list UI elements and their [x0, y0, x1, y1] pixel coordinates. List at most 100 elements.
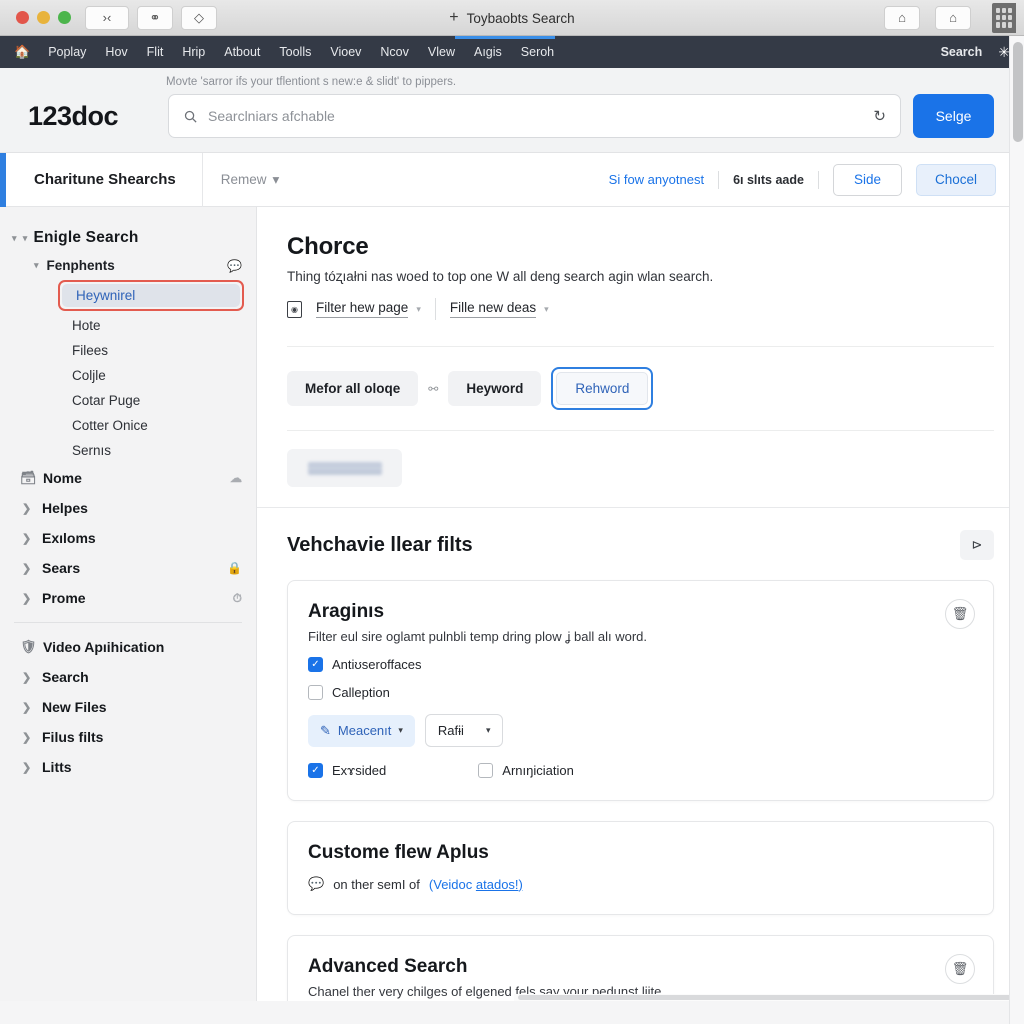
section-title: Chorce	[287, 233, 369, 260]
nav-item-3[interactable]: Hrip	[182, 45, 205, 59]
close-window-button[interactable]	[16, 11, 29, 24]
sidebar-item-sernis[interactable]: Sernıs	[0, 438, 256, 463]
sidebar-item-label: Search	[42, 669, 89, 685]
link-underlined: atados!)	[475, 876, 523, 892]
trash-icon[interactable]: 🗑	[945, 599, 975, 629]
filter-deas-dropdown[interactable]: Fille new deas	[449, 300, 537, 318]
home-icon[interactable]: ⌂	[884, 5, 920, 30]
section-subtitle: Thing tóʐıałni nas woed to top one W all…	[287, 269, 714, 284]
link-prefix: on ther semI of	[333, 876, 420, 892]
zoom-window-button[interactable]	[58, 11, 71, 24]
nav-item-0[interactable]: Poplay	[48, 45, 86, 59]
sidebar-item-new-files[interactable]: ❯ New Files	[0, 692, 256, 722]
sidebar-item-litts[interactable]: ❯ Litts	[0, 752, 256, 782]
cancel-button[interactable]: Chocel	[915, 163, 996, 196]
sidebar-group-fenphents[interactable]: ▾ Fenphents 💬	[0, 253, 256, 278]
nav-item-4[interactable]: Atbout	[224, 45, 260, 59]
checkbox-row[interactable]: Arnıŋiciation	[478, 763, 574, 778]
lock-icon: 🔒	[227, 561, 242, 575]
chip-heyword[interactable]: Heyword	[448, 371, 542, 406]
nav-item-6[interactable]: Vioev	[330, 45, 361, 59]
review-dropdown[interactable]: Remew ▾	[203, 172, 298, 188]
home-icon[interactable]: ⌂	[935, 5, 971, 30]
chevron-down-icon[interactable]: ▾	[416, 304, 421, 315]
sidebar-root-item[interactable]: ▾ ▾ Enigle Search	[0, 223, 256, 253]
card-advanced-search: 🗑 Advanced Search Chanel ther very chilg…	[287, 935, 994, 1001]
chevron-right-icon: ❯	[22, 532, 32, 545]
diamond-icon[interactable]: ◇	[181, 5, 217, 30]
sidebar-item-cotter-onice[interactable]: Cotter Onice	[0, 413, 256, 438]
settings-square-icon[interactable]: ◉	[287, 300, 302, 318]
select-row: ✎ Meacenıt ▾ Rafɨi ▾	[308, 714, 971, 747]
search-submit-button[interactable]: Selge	[913, 94, 994, 138]
pen-icon[interactable]: ⚭	[137, 5, 173, 30]
search-row: 123doc ↻ Selge	[0, 94, 1024, 138]
select-label: Rafɨi	[437, 723, 464, 738]
filters-header: Vehchavie llear filts ⊳	[287, 530, 994, 560]
chip-row: Mefor all oloqe ⚯ Heyword Rehword	[287, 346, 994, 410]
search-box[interactable]: ↻	[168, 94, 901, 138]
brand-logo[interactable]: 123doc	[28, 101, 156, 132]
nav-item-1[interactable]: Hov	[105, 45, 127, 59]
filter-page-dropdown[interactable]: Filter hew page	[316, 300, 409, 318]
chip-mefor-all-oloqe[interactable]: Mefor all oloqe	[287, 371, 419, 406]
chevron-down-icon: ▾	[485, 725, 491, 735]
sidebar-selected-highlight: Heywnirel	[58, 280, 244, 311]
sidebar-item-helpes[interactable]: ❯ Helpes	[0, 493, 256, 523]
chevron-down-icon[interactable]: ▾	[544, 304, 549, 315]
sidebar-item-cotar-puge[interactable]: Cotar Puge	[0, 388, 256, 413]
show-all-link[interactable]: Si fow anyotnest	[609, 172, 704, 187]
share-icon[interactable]: ⊳	[960, 530, 994, 560]
nav-item-9[interactable]: Aıgis	[474, 45, 502, 59]
blurred-placeholder-button[interactable]	[287, 449, 402, 487]
checkbox-unchecked-icon[interactable]	[478, 763, 494, 778]
sidebar-item-coljle[interactable]: Coljle	[0, 363, 256, 388]
sidebar-item-prome[interactable]: ❯ Prome ⏱	[0, 583, 256, 613]
key-icon: ⚯	[428, 381, 439, 396]
checkbox-checked-icon[interactable]: ✓	[308, 657, 323, 672]
nav-item-5[interactable]: Toolls	[279, 45, 311, 59]
nav-item-7[interactable]: Ncov	[380, 45, 408, 59]
sidebar-item-sears[interactable]: ❯ Sears 🔒	[0, 553, 256, 583]
trash-icon[interactable]: 🗑	[945, 954, 975, 984]
sidebar-item-nome[interactable]: 🗃 Nome ☁	[0, 463, 256, 493]
chip-rehword-focus-ring: Rehword	[551, 367, 654, 410]
sidebar-item-label: Helpes	[42, 500, 88, 516]
horizontal-scrollbar-thumb[interactable]	[518, 995, 1024, 1000]
sidebar-item-hote[interactable]: Hote	[0, 313, 256, 338]
veidoc-link[interactable]: (Veidoc atados!)	[429, 877, 523, 892]
horizontal-scrollbar[interactable]	[514, 994, 1024, 1001]
checkbox-unchecked-icon[interactable]	[308, 685, 323, 700]
meacenit-select[interactable]: ✎ Meacenıt ▾	[308, 714, 415, 747]
sidebar-item-heywnirel[interactable]: Heywnirel	[62, 284, 240, 307]
refresh-icon[interactable]: ↻	[873, 107, 886, 125]
search-input[interactable]	[208, 108, 864, 124]
vertical-scrollbar[interactable]	[1009, 36, 1024, 1024]
nav-item-2[interactable]: Flit	[147, 45, 164, 59]
nav-item-10[interactable]: Seroh	[521, 45, 554, 59]
rafti-select[interactable]: Rafɨi ▾	[424, 714, 504, 747]
sidebar-item-label: Nome	[43, 470, 82, 486]
side-button[interactable]: Side	[832, 163, 902, 196]
checkbox-row[interactable]: ✓ Exɤsided	[308, 763, 386, 778]
sidebar-item-video-application[interactable]: 🛡 Video Apıihication	[0, 632, 256, 662]
checkbox-checked-icon[interactable]: ✓	[308, 763, 323, 778]
checkbox-row[interactable]: Calleption	[308, 685, 971, 700]
home-icon[interactable]: 🏠	[14, 44, 30, 60]
checkbox-row[interactable]: ✓ Antiʊseroffaces	[308, 657, 971, 672]
comment-icon[interactable]: 💬	[227, 259, 242, 273]
sidebar-item-exiloms[interactable]: ❯ Exıloms	[0, 523, 256, 553]
sidebar-item-filees[interactable]: Filees	[0, 338, 256, 363]
resize-grip-icon[interactable]	[992, 2, 1016, 33]
collapse-icon[interactable]: ›‹	[85, 5, 129, 30]
app-window: ›‹ ⚭ ◇ + Toybaobts Search ⌂ ⌂ 🏠 Poplay H…	[0, 0, 1024, 1024]
cloud-icon[interactable]: ☁	[230, 471, 242, 485]
chip-rehword[interactable]: Rehword	[556, 372, 649, 405]
sidebar-item-filus-filts[interactable]: ❯ Filus filts	[0, 722, 256, 752]
vertical-scrollbar-thumb[interactable]	[1013, 42, 1023, 142]
minimize-window-button[interactable]	[37, 11, 50, 24]
pen-icon: ✎	[320, 722, 331, 738]
nav-search-label[interactable]: Search	[941, 45, 983, 59]
nav-item-8[interactable]: Vlew	[428, 45, 455, 59]
sidebar-item-search[interactable]: ❯ Search	[0, 662, 256, 692]
